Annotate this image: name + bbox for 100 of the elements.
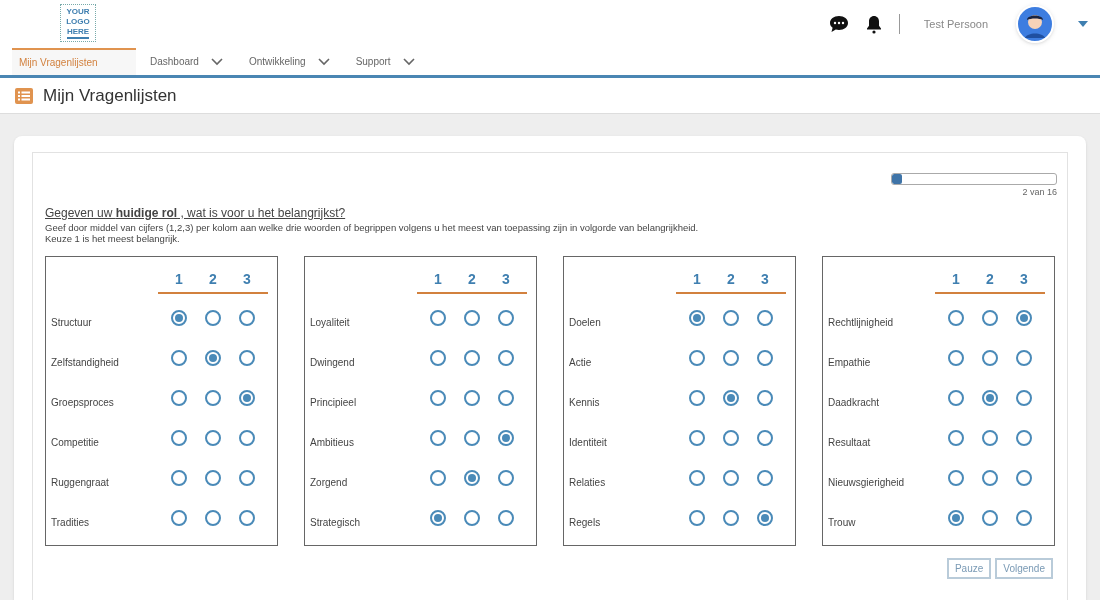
option-label: Doelen	[569, 316, 602, 330]
radio-button[interactable]	[498, 389, 514, 406]
radio-button[interactable]	[689, 349, 705, 366]
radio-button[interactable]	[689, 309, 705, 326]
radio-button[interactable]	[723, 509, 739, 526]
radio-button[interactable]	[757, 509, 773, 526]
radio-button[interactable]	[464, 389, 480, 406]
radio-button[interactable]	[171, 429, 187, 446]
radio-button[interactable]	[982, 349, 998, 366]
nav-tab[interactable]: Support	[343, 48, 427, 75]
radio-button[interactable]	[464, 349, 480, 366]
radio-button[interactable]	[757, 469, 773, 486]
radio-button[interactable]	[1016, 509, 1032, 526]
option-label: Regels	[569, 516, 602, 530]
radio-button[interactable]	[1016, 429, 1032, 446]
radio-button[interactable]	[239, 429, 255, 446]
radio-button[interactable]	[430, 469, 446, 486]
avatar[interactable]	[1016, 5, 1054, 43]
option-label: Nieuwsgierigheid	[828, 476, 906, 490]
radio-button[interactable]	[723, 429, 739, 446]
radio-button[interactable]	[464, 469, 480, 486]
radio-button[interactable]	[723, 389, 739, 406]
question-title: Gegeven uw huidige rol , wat is voor u het belangrijkst?	[45, 204, 347, 222]
radio-button[interactable]	[464, 309, 480, 326]
radio-button[interactable]	[430, 429, 446, 446]
option-label: Ambitieus	[310, 436, 355, 450]
nav-tab[interactable]: Dashboard	[138, 48, 235, 75]
radio-button[interactable]	[205, 389, 221, 406]
column-header: 2	[985, 269, 995, 289]
radio-button[interactable]	[723, 349, 739, 366]
option-label: Competitie	[51, 436, 100, 450]
radio-button[interactable]	[948, 469, 964, 486]
radio-button[interactable]	[948, 509, 964, 526]
radio-button[interactable]	[1016, 469, 1032, 486]
user-name: Test Persoon	[923, 16, 988, 32]
caret-icon[interactable]	[1078, 21, 1088, 27]
radio-button[interactable]	[1016, 389, 1032, 406]
column-header: 1	[692, 269, 702, 289]
radio-button[interactable]	[689, 509, 705, 526]
option-label: Tradities	[51, 516, 90, 530]
radio-button[interactable]	[498, 509, 514, 526]
radio-button[interactable]	[757, 349, 773, 366]
radio-button[interactable]	[948, 389, 964, 406]
radio-button[interactable]	[239, 349, 255, 366]
radio-button[interactable]	[171, 469, 187, 486]
nav-tab[interactable]: Ontwikkeling	[236, 48, 342, 75]
option-label: Trouw	[828, 516, 857, 530]
radio-button[interactable]	[239, 509, 255, 526]
option-label: Zelfstandigheid	[51, 356, 120, 370]
option-label: Actie	[569, 356, 593, 370]
radio-button[interactable]	[498, 429, 514, 446]
option-label: Loyaliteit	[310, 316, 351, 330]
radio-button[interactable]	[205, 429, 221, 446]
option-label: Zorgend	[310, 476, 349, 490]
instruction-text: Keuze 1 is het meest belangrijk.	[45, 232, 180, 244]
radio-button[interactable]	[1016, 309, 1032, 326]
radio-button[interactable]	[948, 349, 964, 366]
radio-button[interactable]	[239, 469, 255, 486]
radio-button[interactable]	[982, 429, 998, 446]
radio-button[interactable]	[239, 389, 255, 406]
radio-button[interactable]	[689, 469, 705, 486]
radio-button[interactable]	[498, 469, 514, 486]
radio-button[interactable]	[205, 309, 221, 326]
radio-button[interactable]	[757, 429, 773, 446]
radio-button[interactable]	[430, 349, 446, 366]
radio-button[interactable]	[982, 389, 998, 406]
radio-button[interactable]	[498, 349, 514, 366]
radio-button[interactable]	[430, 309, 446, 326]
radio-button[interactable]	[948, 429, 964, 446]
radio-button[interactable]	[205, 509, 221, 526]
radio-button[interactable]	[723, 309, 739, 326]
column-header: 3	[1019, 269, 1029, 289]
radio-button[interactable]	[171, 349, 187, 366]
radio-button[interactable]	[982, 469, 998, 486]
radio-button[interactable]	[689, 389, 705, 406]
radio-button[interactable]	[723, 469, 739, 486]
radio-button[interactable]	[430, 509, 446, 526]
radio-button[interactable]	[464, 509, 480, 526]
chat-icon[interactable]	[828, 15, 849, 33]
radio-button[interactable]	[239, 309, 255, 326]
radio-button[interactable]	[982, 509, 998, 526]
radio-button[interactable]	[171, 509, 187, 526]
radio-button[interactable]	[171, 309, 187, 326]
radio-button[interactable]	[757, 309, 773, 326]
radio-button[interactable]	[171, 389, 187, 406]
radio-button[interactable]	[948, 309, 964, 326]
option-label: Principieel	[310, 396, 358, 410]
radio-button[interactable]	[464, 429, 480, 446]
radio-button[interactable]	[498, 309, 514, 326]
bell-icon[interactable]	[864, 14, 883, 34]
radio-button[interactable]	[982, 309, 998, 326]
option-label: Groepsproces	[51, 396, 115, 410]
radio-button[interactable]	[757, 389, 773, 406]
column-header: 2	[726, 269, 736, 289]
radio-button[interactable]	[430, 389, 446, 406]
radio-button[interactable]	[205, 349, 221, 366]
radio-button[interactable]	[689, 429, 705, 446]
option-label: Daadkracht	[828, 396, 881, 410]
radio-button[interactable]	[205, 469, 221, 486]
radio-button[interactable]	[1016, 349, 1032, 366]
